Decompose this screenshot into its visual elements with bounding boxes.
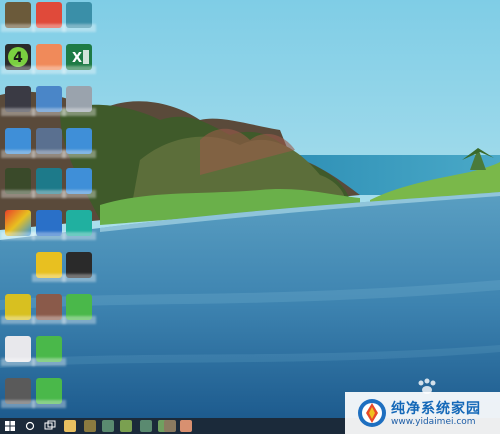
desktop-icon-17[interactable] [32,210,66,240]
desktop-icon-11[interactable] [32,128,66,158]
desktop-icon-14[interactable] [32,168,66,198]
desktop-icon-12[interactable] [62,128,96,158]
taskbar-app-3[interactable] [120,420,132,432]
desktop-icon-16[interactable] [1,210,35,240]
desktop-icon-23[interactable] [62,294,96,324]
desktop-icon-13[interactable] [1,168,35,198]
desktop-icon-8[interactable] [32,86,66,116]
desktop-icon-2[interactable] [32,2,66,32]
taskbar-app-7[interactable] [180,420,192,432]
desktop-icon-19[interactable] [32,252,66,282]
desktop-icon-22[interactable] [32,294,66,324]
desktop-icon-26[interactable] [1,378,35,408]
taskbar-app-2[interactable] [102,420,114,432]
desktop-icon-10[interactable] [1,128,35,158]
desktop-icon-grid: 4 X [0,0,100,418]
svg-text:4: 4 [13,50,23,66]
desktop-icon-21[interactable] [1,294,35,324]
file-explorer-icon[interactable] [64,420,76,432]
desktop-icon-9[interactable] [62,86,96,116]
desktop-icon-27[interactable] [32,378,66,408]
desktop-icon-18[interactable] [62,210,96,240]
desktop-icon-24[interactable] [1,336,35,366]
desktop-icon-1[interactable] [1,2,35,32]
task-view-icon[interactable] [44,420,56,432]
watermark-url: www.yidaimei.com [391,417,476,427]
desktop-icon-15[interactable] [62,168,96,198]
desktop-icon-4[interactable]: 4 [1,44,35,74]
desktop-icon-20[interactable] [62,252,96,282]
desktop-icon-25[interactable] [32,336,66,366]
watermark-logo-icon [358,399,386,427]
watermark: 纯净系统家园 www.yidaimei.com [345,392,500,434]
search-icon[interactable] [24,420,36,432]
start-button-icon[interactable] [4,420,16,432]
taskbar-app-4[interactable] [140,420,152,432]
taskbar-app-1[interactable] [84,420,96,432]
desktop-icon-7[interactable] [1,86,35,116]
svg-text:X: X [72,51,82,66]
desktop-icon-5[interactable] [32,44,66,74]
taskbar-app-6[interactable] [164,420,176,432]
excel-shortcut[interactable]: X [62,44,96,74]
desktop: 4 X [0,0,500,418]
desktop-icon-3[interactable] [62,2,96,32]
watermark-title: 纯净系统家园 [391,401,481,417]
